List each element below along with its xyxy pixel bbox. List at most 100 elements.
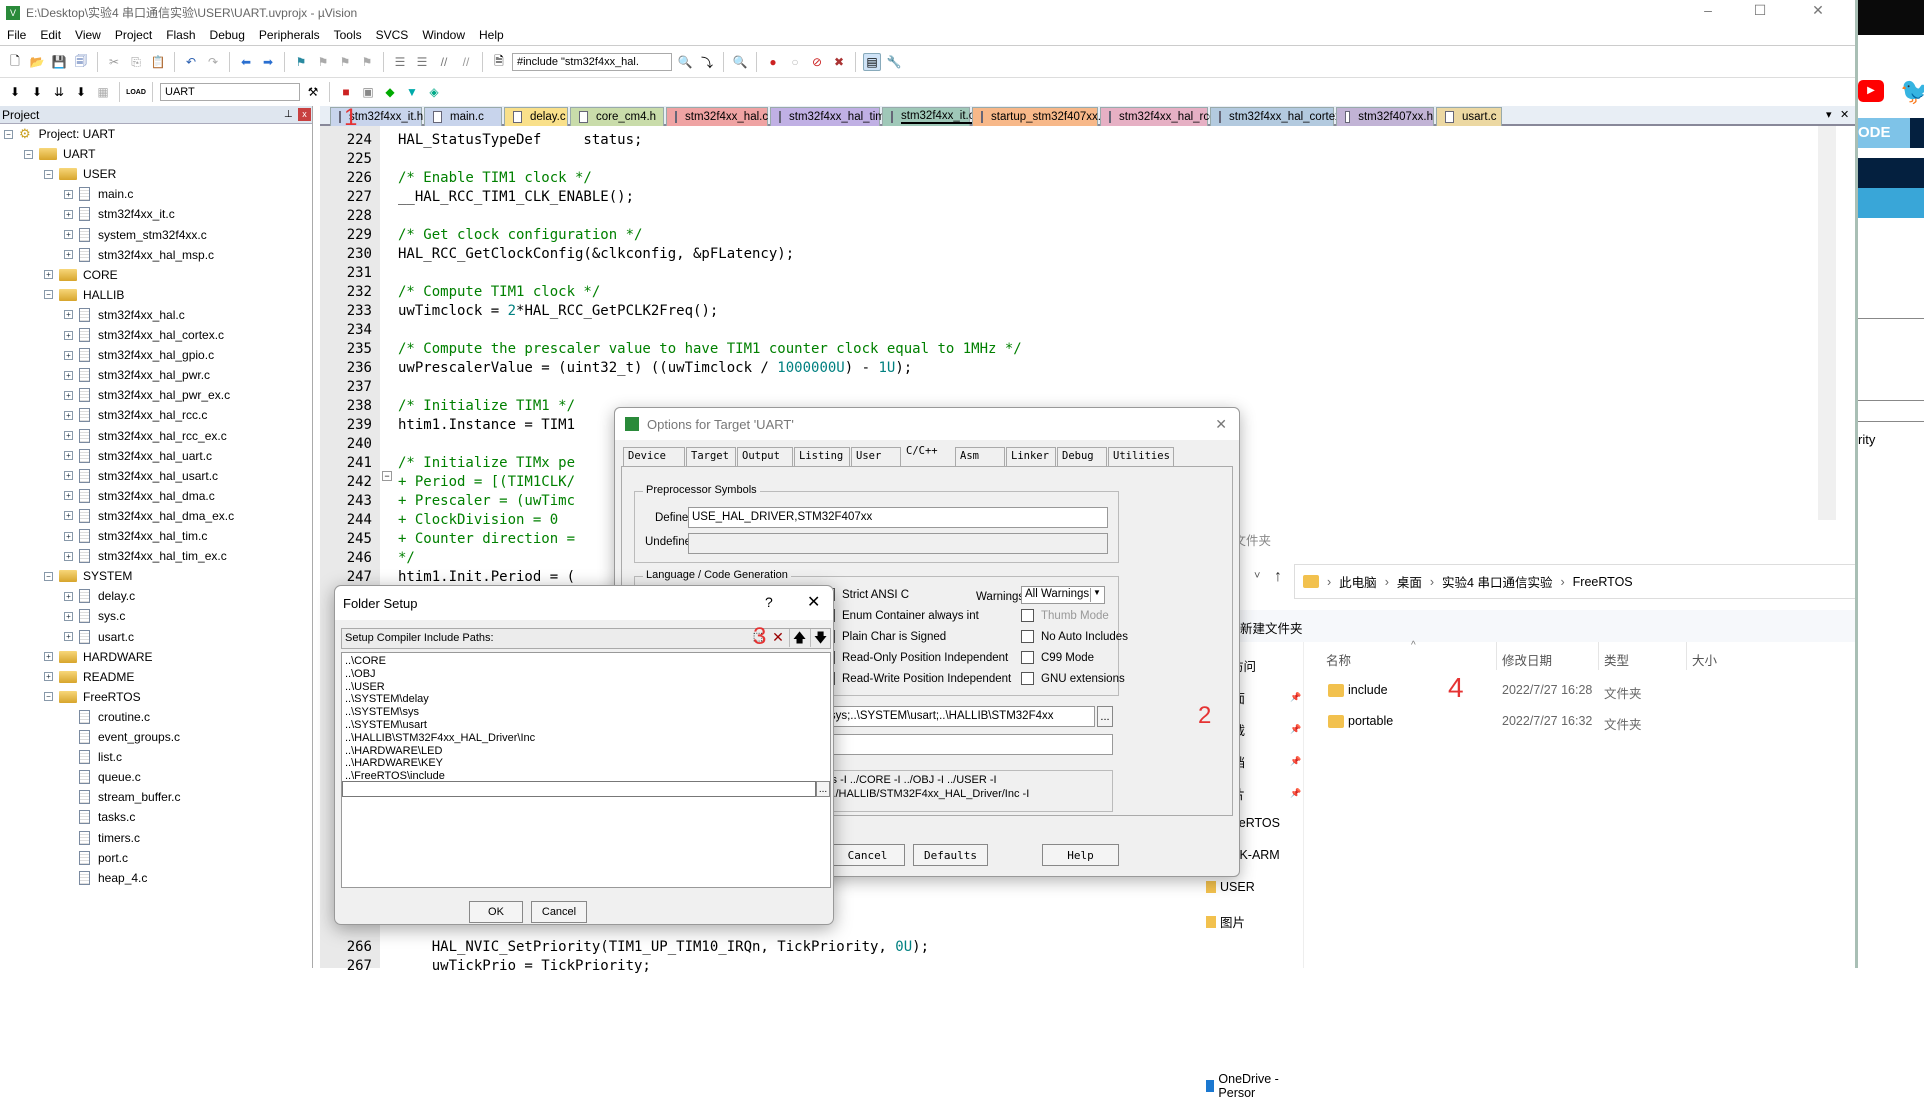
paste-icon[interactable]: 📋 [149,53,167,71]
expand-icon[interactable]: + [44,672,53,682]
new-file-icon[interactable]: 🗋 [6,53,24,71]
tab-user[interactable]: User [851,447,901,466]
tree-item[interactable]: + stm32f4xx_hal_gpio.c [64,345,214,365]
code-line[interactable]: uwTickPrio = TickPriority; [398,958,651,974]
menu-debug[interactable]: Debug [203,28,252,42]
clear-bookmarks-icon[interactable]: ⚑ [358,53,376,71]
file-row[interactable]: include 2022/7/27 16:28 文件夹 [1304,680,1924,704]
checkbox-read-write-position-independent[interactable]: Read-Write Position Independent [822,672,1011,685]
incremental-find-icon[interactable]: ⤵ [698,53,716,71]
menu-view[interactable]: View [68,28,108,42]
menu-project[interactable]: Project [108,28,159,42]
fold-collapse-icon[interactable]: − [382,471,392,481]
tree-item[interactable]: + main.c [64,184,133,204]
sort-ascending-icon[interactable]: ^ [1411,640,1416,651]
tree-item[interactable]: tasks.c [64,807,135,827]
breakpoint-icon[interactable]: ● [764,53,782,71]
code-button[interactable]: ODE [1858,118,1910,148]
expand-icon[interactable]: + [64,310,73,320]
tree-item[interactable]: timers.c [64,828,140,848]
checkbox-box[interactable] [1021,609,1034,622]
tree-item[interactable]: − USER [44,164,116,184]
configure-icon[interactable]: 🔧 [885,53,903,71]
tree-item[interactable]: + usart.c [64,627,134,647]
collapse-icon[interactable]: − [4,129,13,139]
close-button[interactable]: ✕ [1800,2,1836,22]
menu-edit[interactable]: Edit [33,28,68,42]
expand-icon[interactable]: + [64,431,73,440]
include-path-item[interactable]: ..\CORE [345,655,386,668]
include-paths-list[interactable]: ... ..\CORE ..\OBJ ..\USER ..\SYSTEM\delay.… [341,652,831,888]
include-path-item[interactable]: ..\HARDWARE\LED [345,745,442,758]
expand-icon[interactable]: + [64,330,73,340]
forward-icon[interactable]: ➡ [259,53,277,71]
file-tab[interactable]: stm32f4xx_hal_cortex.c [1210,107,1350,126]
code-line[interactable]: */ [398,550,415,566]
collapse-icon[interactable]: − [44,692,53,702]
code-line[interactable]: HAL_NVIC_SetPriority(TIM1_UP_TIM10_IRQn,… [398,939,929,955]
next-bookmark-icon[interactable]: ⚑ [336,53,354,71]
code-line[interactable]: htim1.Init.Period = ( [398,569,575,585]
expand-icon[interactable]: + [64,531,73,541]
tree-item[interactable]: + README [44,667,134,687]
tree-item[interactable]: + stm32f4xx_hal_cortex.c [64,325,224,345]
tab-linker[interactable]: Linker [1006,447,1056,466]
panel-close-icon[interactable]: x [298,108,311,121]
options-for-target-icon[interactable]: ⚒ [304,83,322,101]
checkbox-c99-mode[interactable]: C99 Mode [1021,651,1094,664]
kill-breakpoints-icon[interactable]: ✖ [830,53,848,71]
tab-list-icon[interactable]: ▾ [1826,108,1832,121]
checkbox-box[interactable] [1021,651,1034,664]
prev-bookmark-icon[interactable]: ⚑ [314,53,332,71]
unindent-icon[interactable]: ☰ [413,53,431,71]
save-all-icon[interactable]: 🗐 [72,53,90,71]
rebuild-icon[interactable]: ⇊ [50,83,68,101]
code-line[interactable]: uwPrescalerValue = (uint32_t) ((uwTimclo… [398,360,912,376]
file-tab[interactable]: core_cm4.h [570,107,664,126]
menu-svcs[interactable]: SVCS [369,28,416,42]
checkbox-thumb-mode[interactable]: Thumb Mode [1021,609,1109,622]
uncomment-icon[interactable]: // [457,53,475,71]
expand-icon[interactable]: + [64,250,73,260]
tab-cc[interactable]: C/C++ [902,443,954,467]
open-icon[interactable]: 📂 [28,53,46,71]
tab-debug[interactable]: Debug [1057,447,1107,466]
undo-icon[interactable]: ↶ [182,53,200,71]
expand-icon[interactable]: + [64,390,73,400]
code-line[interactable]: /* Get clock configuration */ [398,227,642,243]
expand-icon[interactable]: + [64,230,73,239]
tree-item[interactable]: + stm32f4xx_hal_uart.c [64,446,212,466]
cancel-button[interactable]: Cancel [830,844,905,866]
tree-item[interactable]: + stm32f4xx_hal_tim.c [64,526,207,546]
bookmark-icon[interactable]: ⚑ [292,53,310,71]
warnings-select[interactable]: All Warnings ▼ [1021,586,1105,604]
collapse-icon[interactable]: − [24,149,33,159]
tree-item[interactable]: + stm32f4xx_hal_dma.c [64,486,215,506]
move-up-icon[interactable]: 🡅 [789,629,809,647]
tree-item[interactable]: port.c [64,848,128,868]
youtube-icon[interactable]: ▶ [1858,80,1884,102]
menu-flash[interactable]: Flash [159,28,202,42]
tree-item[interactable]: + system_stm32f4xx.c [64,225,207,245]
expand-icon[interactable]: + [64,611,73,621]
comment-icon[interactable]: // [435,53,453,71]
include-path-item[interactable]: ..\HALLIB\STM32F4xx_HAL_Driver\Inc [345,732,535,745]
tree-item[interactable]: + stm32f4xx_hal_pwr_ex.c [64,385,230,405]
tree-item[interactable]: croutine.c [64,707,150,727]
expand-icon[interactable]: + [64,591,73,601]
cut-icon[interactable]: ✂ [105,53,123,71]
tab-listing[interactable]: Listing [794,447,850,466]
code-line[interactable]: + Counter direction = [398,531,575,547]
code-line[interactable]: htim1.Instance = TIM1 [398,417,575,433]
manage-rte-icon[interactable]: ◆ [381,83,399,101]
dialog-close-button[interactable]: ✕ [1215,416,1227,433]
menu-peripherals[interactable]: Peripherals [252,28,327,42]
breadcrumb-item[interactable]: 实验4 串口通信实验 [1442,572,1552,591]
close-tab-icon[interactable]: ✕ [1840,108,1849,121]
maximize-button[interactable]: ☐ [1742,2,1778,22]
nav-item[interactable]: USER [1206,880,1255,894]
select-packs-icon[interactable]: ▣ [359,83,377,101]
tree-item[interactable]: + stm32f4xx_hal_rcc.c [64,405,207,425]
tree-item[interactable]: + sys.c [64,606,125,626]
code-line[interactable]: /* Initialize TIMx pe [398,455,575,471]
